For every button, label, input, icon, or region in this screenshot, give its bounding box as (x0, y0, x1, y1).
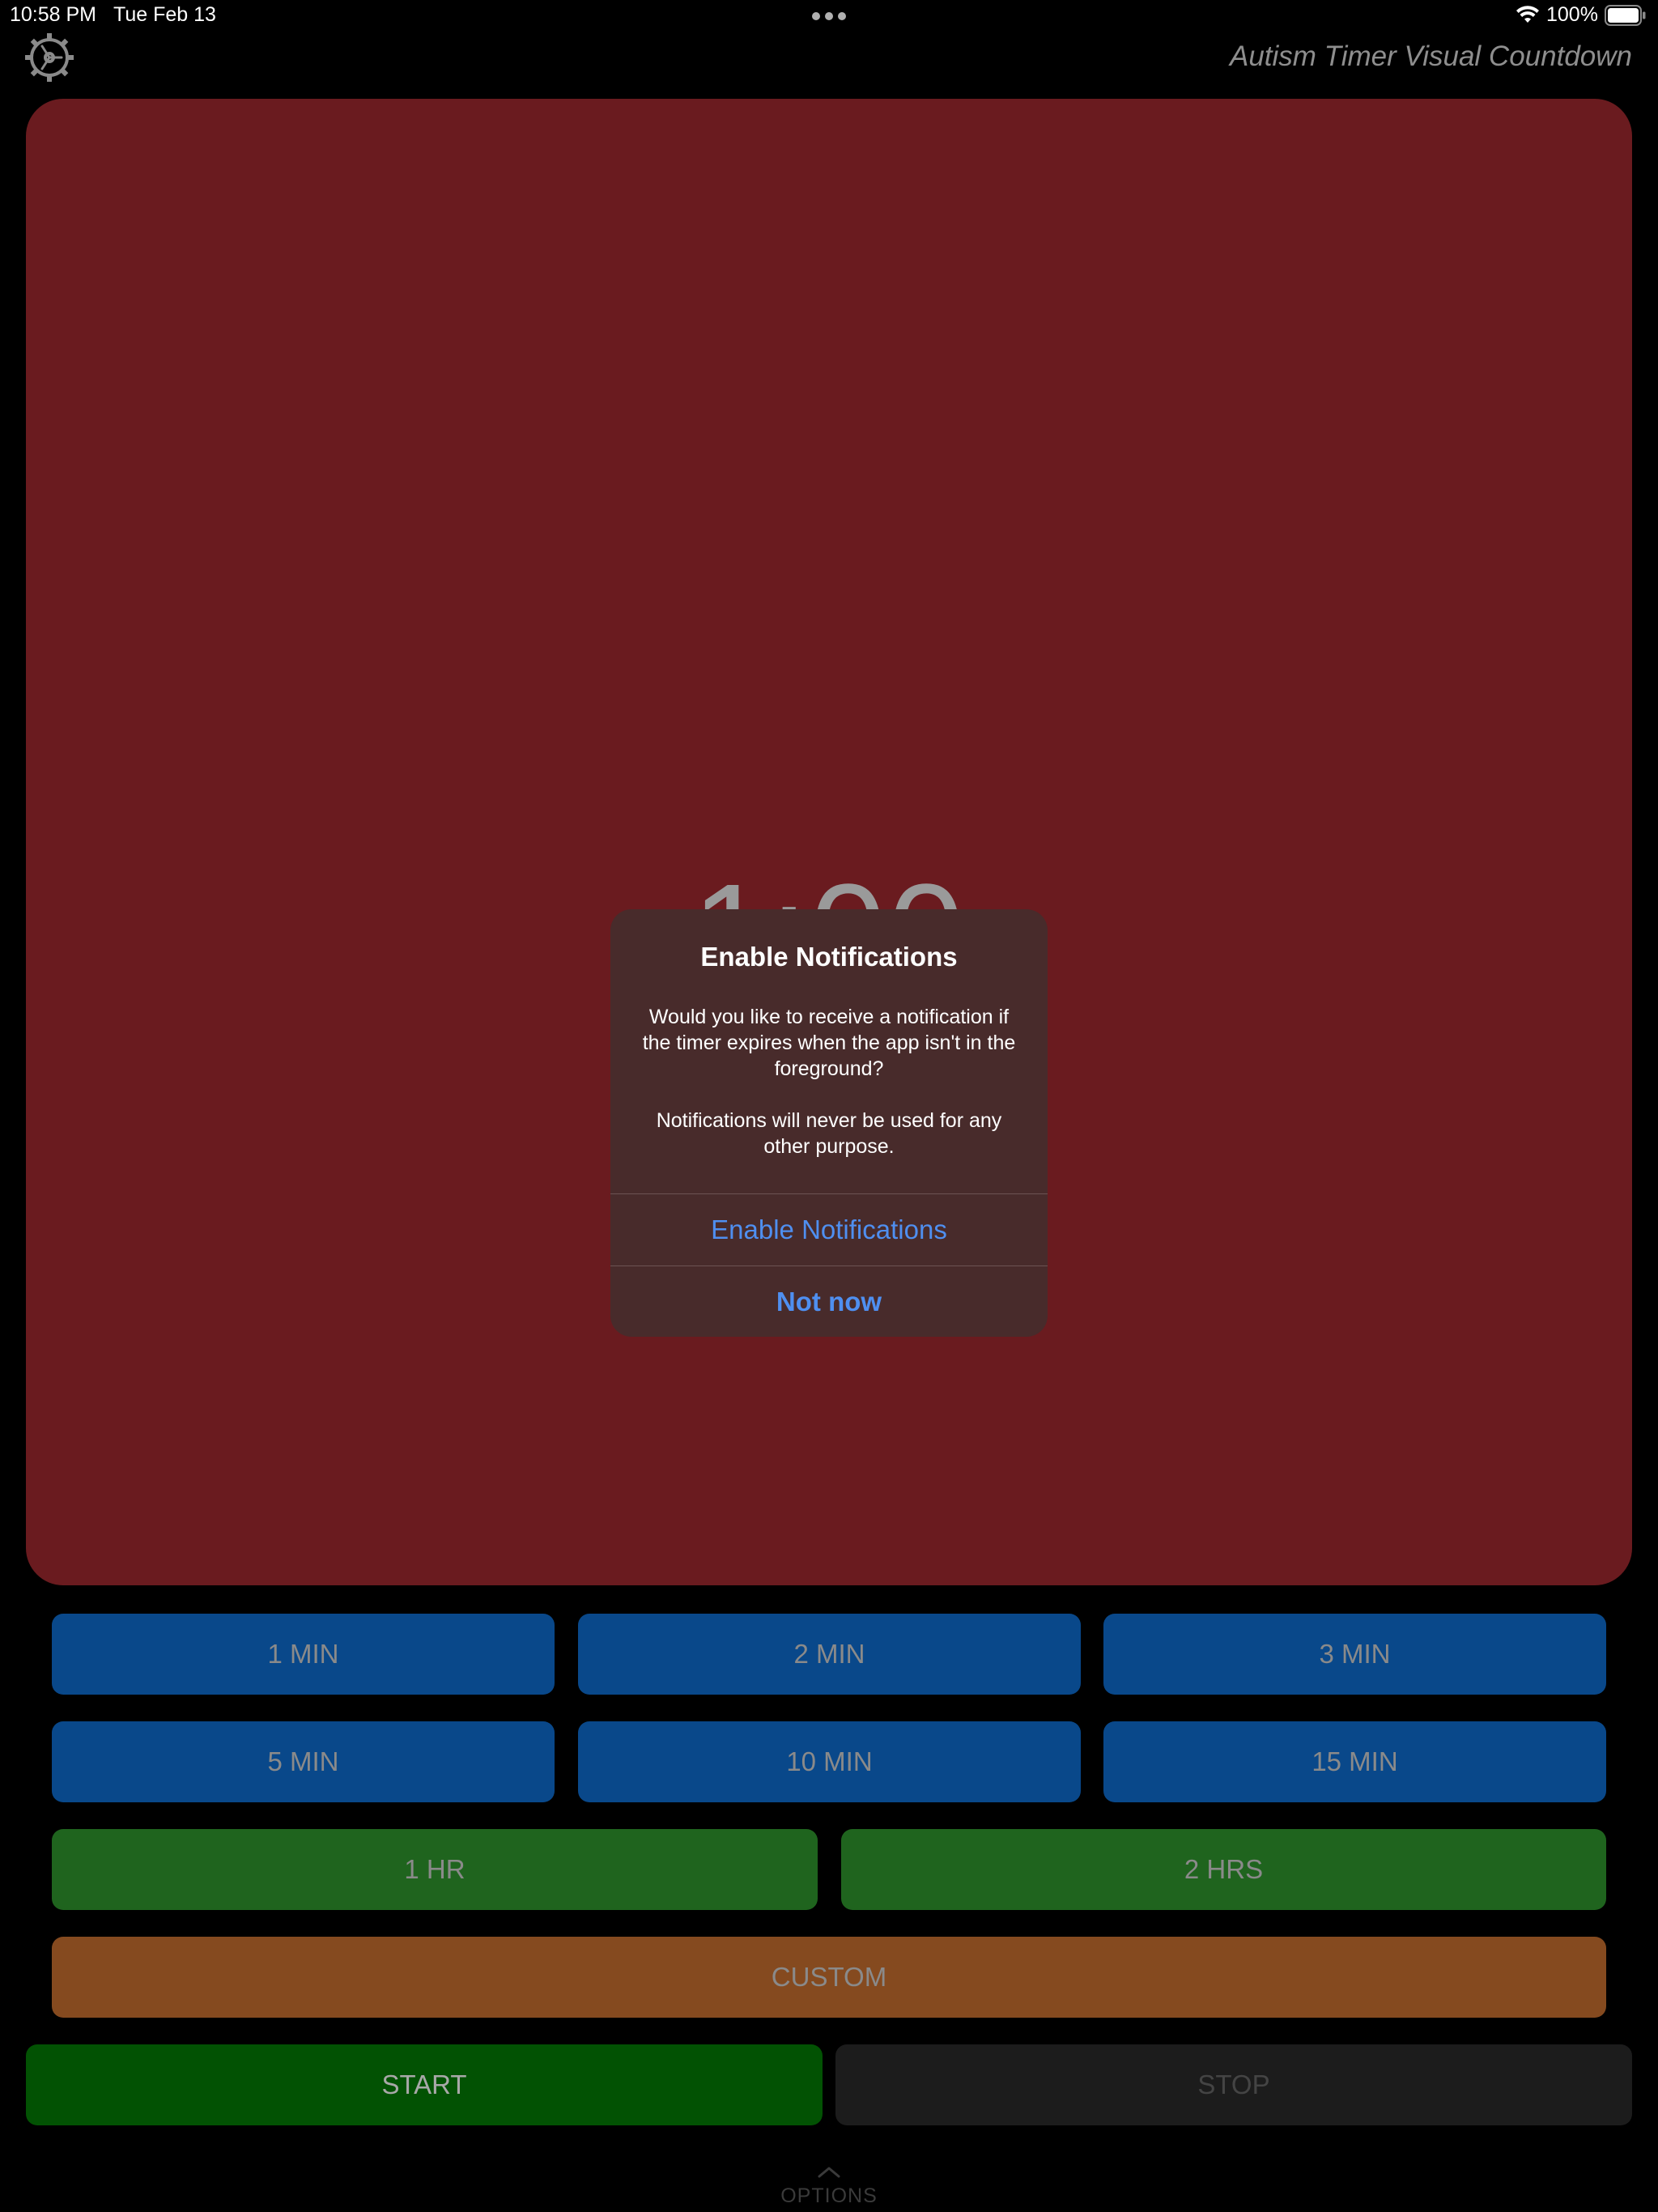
chevron-up-icon[interactable] (817, 2165, 841, 2178)
start-button[interactable]: START (26, 2044, 823, 2125)
battery-icon (1605, 5, 1646, 26)
options-button[interactable]: OPTIONS (0, 2184, 1658, 2208)
preset-10-min-button[interactable]: 10 MIN (578, 1721, 1081, 1802)
enable-notifications-button[interactable]: Enable Notifications (610, 1194, 1048, 1266)
preset-2-hrs-button[interactable]: 2 HRS (841, 1829, 1606, 1910)
timer-panel: 1:00 Enable Notifications Would you like… (26, 99, 1632, 1585)
alert-message: Would you like to receive a notification… (642, 1006, 1016, 1158)
status-bar: 10:58 PM Tue Feb 13 100% (0, 0, 1658, 32)
preset-1-min-button[interactable]: 1 MIN (52, 1614, 555, 1695)
enable-notifications-alert: Enable Notifications Would you like to r… (610, 909, 1048, 1337)
status-time: 10:58 PM (10, 3, 97, 26)
wifi-icon (1516, 6, 1539, 23)
not-now-button[interactable]: Not now (610, 1266, 1048, 1337)
multitask-dots-icon[interactable] (812, 12, 846, 20)
preset-2-min-button[interactable]: 2 MIN (578, 1614, 1081, 1695)
preset-3-min-button[interactable]: 3 MIN (1103, 1614, 1606, 1695)
gear-icon[interactable] (23, 31, 76, 84)
status-date: Tue Feb 13 (113, 3, 216, 26)
battery-percent: 100% (1546, 3, 1598, 26)
preset-1-hr-button[interactable]: 1 HR (52, 1829, 818, 1910)
app-title: Autism Timer Visual Countdown (1229, 40, 1632, 72)
preset-5-min-button[interactable]: 5 MIN (52, 1721, 555, 1802)
stop-button[interactable]: STOP (835, 2044, 1632, 2125)
custom-button[interactable]: CUSTOM (52, 1937, 1606, 2018)
preset-15-min-button[interactable]: 15 MIN (1103, 1721, 1606, 1802)
alert-title: Enable Notifications (700, 942, 958, 972)
